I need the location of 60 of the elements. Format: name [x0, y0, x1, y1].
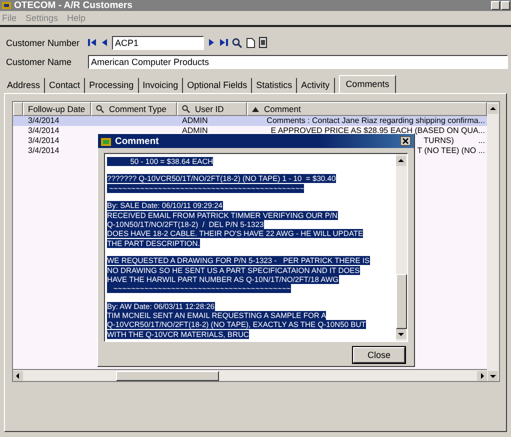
next-icon[interactable] [208, 38, 215, 47]
scrollbar-thumb[interactable] [116, 370, 219, 380]
close-button[interactable]: Close [353, 347, 405, 363]
tab[interactable]: Comments [338, 75, 396, 93]
first-record-icon[interactable] [88, 38, 97, 47]
search-icon[interactable] [232, 38, 242, 48]
scroll-left-icon[interactable] [13, 370, 23, 380]
tab[interactable]: Activity [297, 78, 335, 93]
table-cell: T (NO TEE) (NO ... [417, 146, 485, 156]
column-header-label: User ID [195, 104, 224, 114]
tab[interactable]: Optional Fields [183, 78, 252, 93]
table-cell: 3/4/2014 [28, 146, 60, 155]
column-header[interactable]: Follow-up Date [23, 102, 91, 116]
comment-text-area[interactable] [104, 153, 408, 342]
window-title: OTECOM - A/R Customers [14, 0, 134, 11]
vertical-scrollbar[interactable] [487, 102, 499, 381]
close-icon[interactable] [400, 136, 411, 146]
table-cell: Comments : Contact Jane Riaz regarding shipping confirma... [266, 116, 485, 126]
scrollbar-thumb[interactable] [396, 274, 407, 329]
scroll-up-icon[interactable] [396, 156, 406, 166]
search-icon [96, 105, 104, 113]
app-icon [2, 1, 11, 10]
customer-number-field[interactable]: ACP1 [112, 36, 204, 50]
column-header[interactable]: Comment [247, 102, 487, 116]
table-cell: ADMIN [182, 126, 208, 135]
tab[interactable]: Statistics [252, 78, 298, 93]
column-header[interactable]: Comment Type [91, 102, 177, 116]
page-icon[interactable] [259, 37, 267, 48]
table-row[interactable]: 3/4/2014 ADMIN E APPROVED PRICE AS $28.95 EACH (BASED ON QUA... [13, 126, 487, 136]
field-label: Customer Number [6, 38, 81, 48]
table-row[interactable]: 3/4/2014 ADMIN Comments : Contact Jane Riaz regarding shipping confirma... [13, 116, 487, 126]
horizontal-scrollbar[interactable] [13, 369, 487, 381]
scroll-right-icon[interactable] [477, 370, 487, 380]
dialog-title: Comment [115, 136, 160, 146]
column-header[interactable]: User ID [177, 102, 247, 116]
sort-ascending-icon [252, 106, 259, 112]
tab[interactable]: Invoicing [138, 78, 184, 93]
tab[interactable]: Processing [85, 78, 139, 93]
maximize-button[interactable] [501, 1, 510, 10]
app-icon [101, 136, 111, 146]
table-cell: ADMIN [182, 116, 208, 125]
vertical-scrollbar[interactable] [396, 154, 407, 341]
tab[interactable]: Address [3, 78, 46, 93]
column-header-label: Comment [264, 104, 301, 114]
table-cell: 3/4/2014 [28, 116, 60, 125]
search-icon [182, 105, 190, 113]
scroll-up-icon[interactable] [488, 104, 498, 114]
column-header-label: Comment Type [109, 104, 166, 114]
scroll-down-icon[interactable] [396, 329, 406, 339]
scroll-down-icon[interactable] [488, 371, 498, 381]
new-document-icon[interactable] [246, 38, 255, 48]
last-record-icon[interactable] [219, 38, 228, 47]
column-header-label: Follow-up Date [28, 104, 86, 114]
previous-icon[interactable] [101, 38, 108, 47]
minimize-button[interactable] [491, 1, 500, 10]
tab[interactable]: Contact [45, 78, 86, 93]
field-label: Customer Name [6, 56, 73, 66]
table-cell: 3/4/2014 [28, 126, 60, 135]
table-cell: E APPROVED PRICE AS $28.95 EACH (BASED ON QUA... [270, 126, 485, 136]
customer-name-field[interactable]: American Computer Products [88, 54, 508, 68]
